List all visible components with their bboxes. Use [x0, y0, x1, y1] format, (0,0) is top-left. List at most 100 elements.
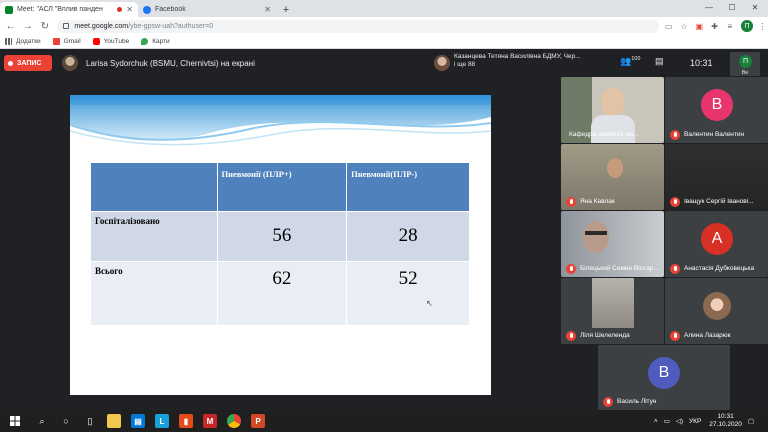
- bookmark-label: Додатки: [16, 38, 41, 45]
- participant-face: [607, 158, 623, 178]
- close-window-button[interactable]: ✕: [744, 0, 766, 15]
- bookmark-maps[interactable]: Карти: [141, 38, 170, 45]
- puzzle-icon[interactable]: ✚: [709, 20, 720, 32]
- new-tab-button[interactable]: +: [279, 2, 293, 17]
- shared-slide: Пневмонії (ПЛР+) Пневмонії(ПЛР-) Госпіта…: [70, 95, 491, 395]
- table-header-plr-plus: Пневмонії (ПЛР+): [217, 163, 348, 211]
- cell-value: 52: [346, 260, 470, 325]
- cell-value: 56: [217, 210, 348, 261]
- network-icon[interactable]: ▭: [664, 417, 670, 425]
- facebook-icon: [143, 5, 151, 14]
- participant-name: Валентин Валентин: [684, 131, 745, 138]
- windows-logo-icon: [10, 416, 20, 426]
- participant-name: Іващук Сергій Іванові...: [684, 198, 754, 205]
- back-button[interactable]: ←: [4, 19, 17, 33]
- participant-name: Білецький Семен Віссар...: [580, 265, 659, 272]
- speaker-avatar: [434, 55, 450, 71]
- speaker-name: Казанцева Тетяна Василівна БДМУ, Чер...: [454, 53, 581, 60]
- task-view-button[interactable]: ▯: [78, 410, 102, 432]
- participant-tile[interactable]: Алина Лазарюк: [665, 278, 768, 344]
- antivirus-icon[interactable]: M: [198, 410, 222, 432]
- forward-button[interactable]: →: [21, 19, 34, 33]
- star-icon[interactable]: ☆: [678, 20, 689, 32]
- windows-taskbar: ⌕ ○ ▯ ▤ L ▮ M P ˄ ▭ ◁) УКР 10:31 27.10.2…: [0, 410, 768, 432]
- close-tab-icon[interactable]: ✕: [126, 5, 133, 14]
- table-row: Госпіталізовано 56 28: [91, 210, 470, 261]
- search-icon[interactable]: ⌕: [30, 410, 54, 432]
- taskbar-date: 27.10.2020: [709, 421, 742, 428]
- mic-off-icon: [670, 264, 680, 274]
- language-indicator[interactable]: УКР: [689, 418, 701, 425]
- store-icon[interactable]: ▤: [126, 410, 150, 432]
- participant-tile[interactable]: А Анастасія Дубковецька: [665, 211, 768, 277]
- tab-meet[interactable]: Meet: "АСЛ "Вплив панден ✕: [0, 2, 138, 17]
- app-l-icon[interactable]: L: [150, 410, 174, 432]
- recording-indicator-icon: [117, 7, 123, 12]
- mic-off-icon: [566, 197, 576, 207]
- participant-tile[interactable]: Ліля Шелеленда: [561, 278, 664, 344]
- participant-avatar: В: [648, 357, 680, 389]
- people-icon: 👥: [620, 56, 632, 66]
- mic-off-icon: [566, 264, 576, 274]
- extension-icon[interactable]: ▣: [694, 20, 705, 32]
- mic-off-icon: [670, 130, 680, 140]
- minimize-button[interactable]: —: [698, 0, 720, 15]
- powerpoint-icon[interactable]: P: [246, 410, 270, 432]
- taskbar-time: 10:31: [717, 413, 734, 420]
- reload-button[interactable]: ↻: [38, 19, 51, 33]
- table-row: Всього 62 52: [91, 260, 470, 325]
- self-view[interactable]: П Ви: [730, 52, 760, 76]
- recording-badge[interactable]: ЗАПИС: [4, 55, 52, 71]
- participant-name: Алина Лазарюк: [684, 332, 731, 339]
- task-view-icon[interactable]: ○: [54, 410, 78, 432]
- chrome-icon[interactable]: [222, 410, 246, 432]
- volume-icon[interactable]: ◁): [676, 417, 683, 425]
- chevron-up-icon[interactable]: ˄: [654, 418, 658, 425]
- people-button[interactable]: 👥100: [620, 56, 640, 67]
- bookmark-label: YouTube: [103, 38, 130, 45]
- participant-name: Яна Кавлак: [580, 198, 615, 205]
- media-icon[interactable]: ≡: [724, 20, 735, 32]
- cell-value: 62: [217, 260, 348, 325]
- participant-tile[interactable]: Яна Кавлак: [561, 144, 664, 210]
- participant-tile[interactable]: Білецький Семен Віссар...: [561, 211, 664, 277]
- bookmark-youtube[interactable]: YouTube: [92, 38, 130, 45]
- tab-title: Meet: "АСЛ "Вплив панден: [17, 6, 103, 13]
- people-count: 100: [631, 56, 641, 62]
- participant-name: Ліля Шелеленда: [580, 332, 630, 339]
- record-label: ЗАПИС: [17, 59, 42, 67]
- camera-icon[interactable]: ▭: [663, 20, 674, 32]
- file-explorer-icon[interactable]: [102, 410, 126, 432]
- participant-tile[interactable]: Іващук Сергій Іванові...: [665, 144, 768, 210]
- maximize-button[interactable]: ☐: [721, 0, 743, 15]
- self-avatar: П: [739, 55, 752, 68]
- participant-face: [583, 221, 609, 253]
- row-label: Госпіталізовано: [91, 210, 218, 261]
- profile-avatar[interactable]: П: [741, 20, 753, 32]
- taskbar-clock[interactable]: 10:31 27.10.2020: [709, 413, 742, 429]
- bookmark-apps[interactable]: Додатки: [5, 38, 41, 45]
- close-tab-icon[interactable]: ✕: [264, 5, 271, 14]
- mic-off-icon: [566, 331, 576, 341]
- participant-avatar: В: [701, 89, 733, 121]
- chat-button[interactable]: ▤: [655, 56, 664, 67]
- office-icon[interactable]: ▮: [174, 410, 198, 432]
- participant-tile[interactable]: Кафедра сімейної ме...: [561, 77, 664, 143]
- notification-icon[interactable]: ▢: [748, 417, 754, 425]
- participant-glasses: [585, 231, 607, 235]
- participant-tile[interactable]: В Валентин Валентин: [665, 77, 768, 143]
- address-bar[interactable]: meet.google.com/ybe-gpsw-uah?authuser=0: [57, 19, 660, 33]
- mouse-cursor-icon: ↖: [426, 299, 433, 308]
- bookmarks-bar: Додатки Gmail YouTube Карти: [0, 35, 768, 49]
- speaker-more: і ще 88: [454, 61, 476, 68]
- mic-off-icon: [670, 331, 680, 341]
- meeting-time: 10:31: [690, 58, 713, 68]
- menu-icon[interactable]: ⋮: [757, 20, 768, 32]
- bookmark-gmail[interactable]: Gmail: [52, 38, 81, 45]
- participant-avatar: А: [701, 223, 733, 255]
- tab-facebook[interactable]: Facebook ✕: [138, 2, 276, 17]
- start-button[interactable]: [0, 410, 30, 432]
- screen: Meet: "АСЛ "Вплив панден ✕ Facebook ✕ + …: [0, 0, 768, 432]
- participant-tile[interactable]: В Василь Літун: [598, 345, 730, 410]
- data-table: Пневмонії (ПЛР+) Пневмонії(ПЛР-) Госпіта…: [91, 163, 470, 325]
